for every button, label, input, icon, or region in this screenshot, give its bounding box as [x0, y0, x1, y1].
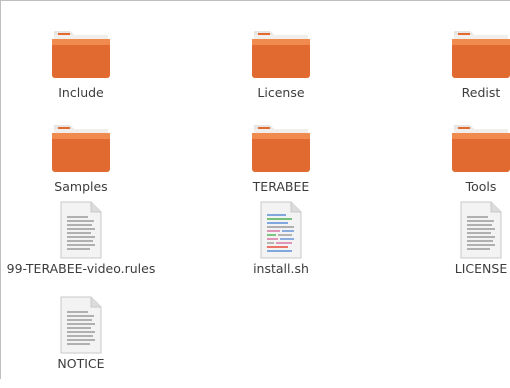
file-label: NOTICE — [57, 356, 105, 371]
file-label: Redist — [461, 85, 501, 100]
file-item-license-file[interactable]: LICENSE — [406, 201, 510, 293]
file-item-samples[interactable]: Samples — [6, 119, 156, 211]
file-label: Tools — [465, 179, 497, 194]
file-item-99-terabee-video-rules[interactable]: 99-TERABEE-video.rules — [6, 201, 156, 293]
folder-icon — [452, 125, 510, 172]
folder-icon — [252, 31, 310, 78]
script-file-icon — [260, 201, 302, 259]
text-file-icon — [60, 296, 102, 354]
file-item-include[interactable]: Include — [6, 25, 156, 117]
file-label: 99-TERABEE-video.rules — [6, 261, 156, 276]
text-file-icon — [60, 201, 102, 259]
file-item-notice[interactable]: NOTICE — [6, 296, 156, 388]
file-label: TERABEE — [252, 179, 310, 194]
folder-icon — [52, 125, 110, 172]
file-item-terabee[interactable]: TERABEE — [206, 119, 356, 211]
text-file-icon — [460, 201, 502, 259]
folder-icon — [52, 31, 110, 78]
file-label: License — [257, 85, 305, 100]
file-label: install.sh — [253, 261, 309, 276]
folder-icon — [452, 31, 510, 78]
file-label: Samples — [54, 179, 108, 194]
file-item-redist[interactable]: Redist — [406, 25, 510, 117]
file-manager-icon-view[interactable]: Include License Redist Samples TERABEE T… — [0, 0, 510, 379]
file-label: Include — [58, 85, 104, 100]
file-label: LICENSE — [454, 261, 508, 276]
folder-icon — [252, 125, 310, 172]
file-item-tools[interactable]: Tools — [406, 119, 510, 211]
file-item-license-folder[interactable]: License — [206, 25, 356, 117]
file-item-install-sh[interactable]: install.sh — [206, 201, 356, 293]
